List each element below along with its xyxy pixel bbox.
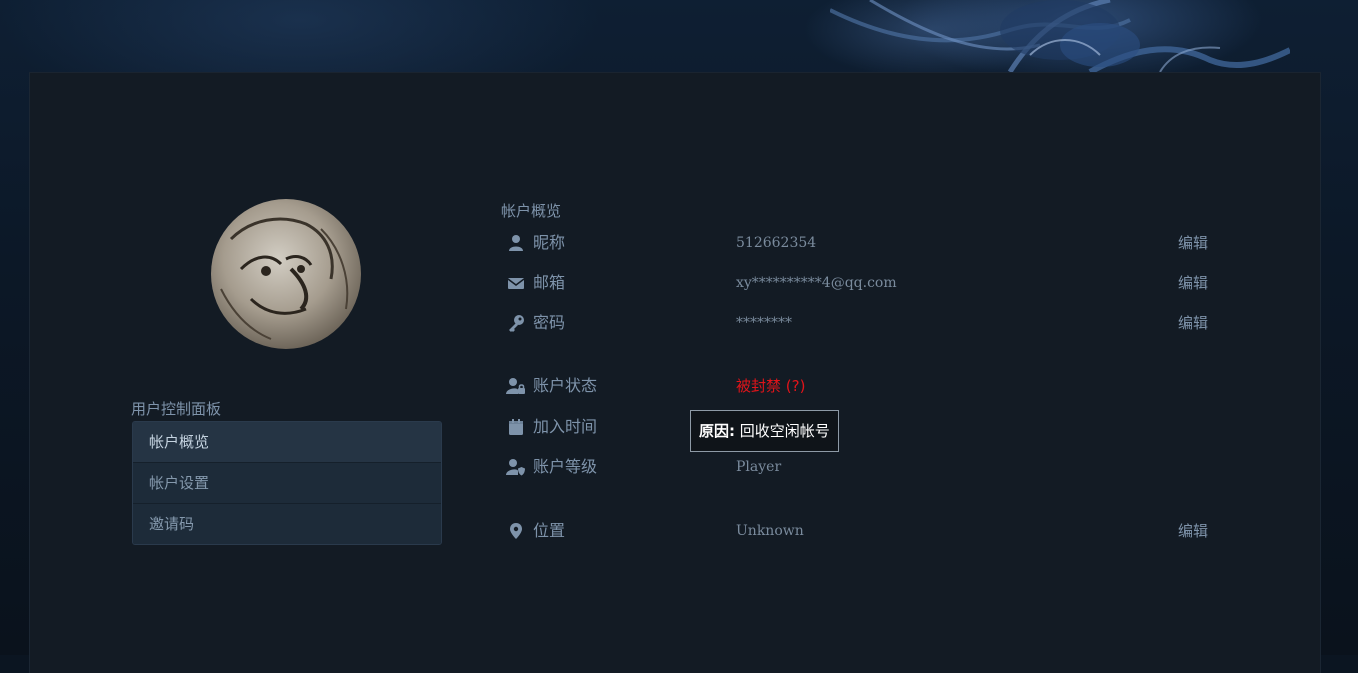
map-pin-icon (510, 523, 522, 539)
account-level-value: Player (736, 459, 782, 475)
row-location: 位置 Unknown 编辑 (506, 519, 1216, 543)
row-label: 密码 (533, 313, 566, 332)
user-lock-icon (506, 378, 525, 394)
control-panel-label: 用户控制面板 (131, 400, 222, 418)
key-icon (509, 315, 524, 332)
envelope-icon (507, 278, 525, 289)
edit-location-link[interactable]: 编辑 (1178, 519, 1208, 543)
calendar-icon (509, 419, 523, 435)
row-label: 昵称 (533, 233, 566, 252)
row-join-date: 加入时间 (506, 415, 1216, 439)
user-icon (509, 235, 523, 251)
ban-reason-tooltip: 原因: 回收空闲帐号 (690, 410, 839, 452)
sidebar-item-invite-code[interactable]: 邀请码 (133, 503, 441, 544)
ban-reason-help-link[interactable]: (?) (786, 377, 806, 395)
main-panel (29, 72, 1321, 673)
password-value: ******** (736, 315, 792, 331)
user-shield-icon (506, 459, 525, 476)
sidebar-menu: 帐户概览 帐户设置 邀请码 (132, 421, 442, 545)
row-account-level: 账户等级 Player (506, 455, 1216, 479)
section-title: 帐户概览 (501, 202, 562, 220)
sidebar-item-account-overview[interactable]: 帐户概览 (133, 422, 441, 462)
banner-ornament (830, 0, 1290, 72)
account-status-value: 被封禁 (?) (736, 374, 805, 398)
nickname-value: 512662354 (736, 235, 817, 251)
row-email: 邮箱 xy**********4@qq.com 编辑 (506, 271, 1216, 295)
edit-nickname-link[interactable]: 编辑 (1178, 231, 1208, 255)
row-label: 加入时间 (533, 417, 598, 436)
edit-email-link[interactable]: 编辑 (1178, 271, 1208, 295)
row-label: 位置 (533, 521, 566, 540)
avatar-image (220, 217, 349, 340)
tooltip-prefix: 原因: (699, 422, 735, 440)
row-nickname: 昵称 512662354 编辑 (506, 231, 1216, 255)
edit-password-link[interactable]: 编辑 (1178, 311, 1208, 335)
row-label: 账户状态 (533, 376, 598, 395)
email-value: xy**********4@qq.com (736, 275, 897, 291)
row-password: 密码 ******** 编辑 (506, 311, 1216, 335)
avatar[interactable] (211, 199, 361, 349)
tooltip-text: 回收空闲帐号 (739, 422, 830, 440)
banned-status-text: 被封禁 (736, 377, 782, 395)
sidebar-item-account-settings[interactable]: 帐户设置 (133, 462, 441, 503)
location-value: Unknown (736, 523, 804, 539)
row-account-status: 账户状态 被封禁 (?) (506, 374, 1216, 398)
row-label: 账户等级 (533, 457, 598, 476)
row-label: 邮箱 (533, 273, 566, 292)
